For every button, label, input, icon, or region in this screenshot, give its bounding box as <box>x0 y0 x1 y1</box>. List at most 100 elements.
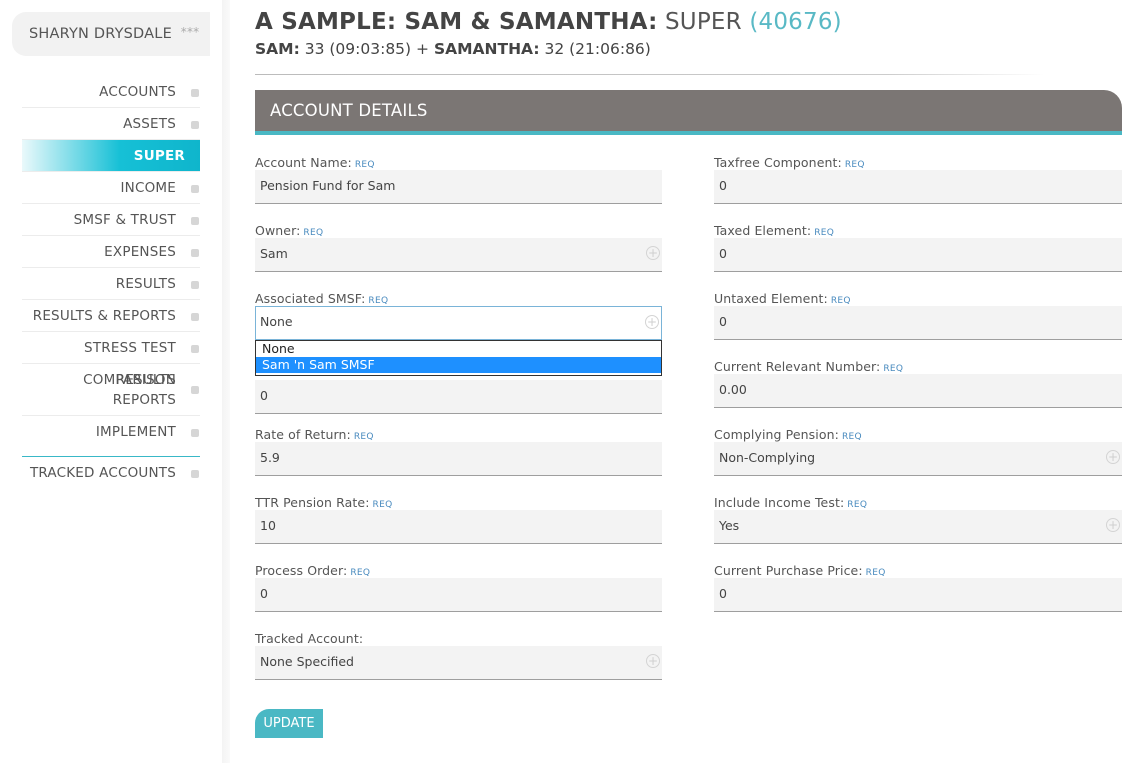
field-associated-smsf: Associated SMSF: REQ None + <box>255 291 662 340</box>
nav-item-stress-test-results[interactable]: STRESS TEST RESULTS <box>22 332 200 388</box>
sidebar: SHARYN DRYSDALE *** ACCOUNTS ASSETS SUPE… <box>0 0 226 763</box>
nav-item-results[interactable]: RESULTS <box>22 268 200 300</box>
nav-item-label: COMPARISON REPORTS <box>83 372 176 408</box>
section-name: SUPER <box>665 9 742 35</box>
req-link[interactable]: REQ <box>355 160 375 170</box>
person2-info: 32 (21:06:86) <box>544 40 651 58</box>
include-income-test-select[interactable]: Yes + <box>714 510 1122 544</box>
field-value: None Specified <box>260 654 354 669</box>
square-icon <box>191 386 199 394</box>
plus-circle-icon: + <box>646 654 660 668</box>
field-taxfree-component: Taxfree Component: REQ 0 <box>714 155 1122 204</box>
square-icon <box>191 429 199 437</box>
square-icon <box>191 281 199 289</box>
field-label: TTR Pension Rate: <box>255 495 370 510</box>
field-label: Owner: <box>255 223 301 238</box>
field-tracked-account: Tracked Account: None Specified + <box>255 632 662 680</box>
field-label: Include Income Test: <box>714 495 845 510</box>
field-label: Taxfree Component: <box>714 155 842 170</box>
req-link[interactable]: REQ <box>866 568 886 578</box>
nav-item-label: IMPLEMENT <box>95 424 176 440</box>
req-link[interactable]: REQ <box>368 296 388 306</box>
nav-item-label: TRACKED ACCOUNTS <box>29 465 176 481</box>
panel-title: ACCOUNT DETAILS <box>270 101 428 120</box>
owner-select[interactable]: Sam + <box>255 238 662 272</box>
field-value: 0 <box>260 586 268 601</box>
dropdown-option-highlighted[interactable]: Sam 'n Sam SMSF <box>256 357 661 373</box>
nav-item-label: ACCOUNTS <box>99 84 176 100</box>
nav-item-expenses[interactable]: EXPENSES <box>22 236 200 268</box>
page-title: A SAMPLE: SAM & SAMANTHA: SUPER (40676) <box>255 9 842 35</box>
field-untaxed-element: Untaxed Element: REQ 0 <box>714 291 1122 340</box>
user-badge[interactable]: SHARYN DRYSDALE *** <box>12 12 210 56</box>
dropdown-option[interactable]: None <box>256 341 661 357</box>
nav-item-super[interactable]: SUPER <box>22 140 200 172</box>
field-value: 0 <box>719 246 727 261</box>
field-value: 0 <box>719 586 727 601</box>
panel-accent-bar <box>255 131 1122 135</box>
field-value: 5.9 <box>260 450 280 465</box>
nav-item-smsf-trust[interactable]: SMSF & TRUST <box>22 204 200 236</box>
field-value: None <box>260 314 293 329</box>
person1-name: SAM: <box>255 40 300 58</box>
field-label: Current Purchase Price: <box>714 563 863 578</box>
numeric-input[interactable]: 0 <box>255 380 662 414</box>
process-order-input[interactable]: 0 <box>255 578 662 612</box>
nav-item-accounts[interactable]: ACCOUNTS <box>22 76 200 108</box>
field-label: Rate of Return: <box>255 427 351 442</box>
complying-pension-select[interactable]: Non-Complying + <box>714 442 1122 476</box>
req-link[interactable]: REQ <box>303 228 323 238</box>
client-code: (40676) <box>749 9 842 35</box>
req-link[interactable]: REQ <box>350 568 370 578</box>
tracked-account-select[interactable]: None Specified + <box>255 646 662 680</box>
field-value: 0 <box>719 178 727 193</box>
associated-smsf-select[interactable]: None + <box>255 306 662 340</box>
req-link[interactable]: REQ <box>373 500 393 510</box>
nav-item-assets[interactable]: ASSETS <box>22 108 200 140</box>
smsf-dropdown-list: None Sam 'n Sam SMSF <box>255 340 662 376</box>
client-name: A SAMPLE: SAM & SAMANTHA: <box>255 9 658 35</box>
field-complying-pension: Complying Pension: REQ Non-Complying + <box>714 428 1122 476</box>
field-label: Associated SMSF: <box>255 291 366 306</box>
current-purchase-price-input[interactable]: 0 <box>714 578 1122 612</box>
account-name-input[interactable]: Pension Fund for Sam <box>255 170 662 204</box>
req-link[interactable]: REQ <box>354 432 374 442</box>
req-link[interactable]: REQ <box>845 160 865 170</box>
taxed-element-input[interactable]: 0 <box>714 238 1122 272</box>
rate-of-return-input[interactable]: 5.9 <box>255 442 662 476</box>
client-subtitle: SAM: 33 (09:03:85) + SAMANTHA: 32 (21:06… <box>255 40 651 58</box>
field-rate-of-return: Rate of Return: REQ 5.9 <box>255 427 662 476</box>
sidebar-edge <box>222 0 230 763</box>
field-ttr-pension-rate: TTR Pension Rate: REQ 10 <box>255 495 662 544</box>
field-value: 0.00 <box>719 382 747 397</box>
nav-item-implement[interactable]: IMPLEMENT <box>22 416 200 448</box>
nav-item-comparison-reports[interactable]: COMPARISON REPORTS <box>22 364 200 416</box>
untaxed-element-input[interactable]: 0 <box>714 306 1122 340</box>
req-link[interactable]: REQ <box>847 500 867 510</box>
field-value: Non-Complying <box>719 450 816 465</box>
panel-header: ACCOUNT DETAILS <box>255 90 1122 131</box>
nav-item-label: SMSF & TRUST <box>73 212 176 228</box>
nav-item-income[interactable]: INCOME <box>22 172 200 204</box>
side-nav: ACCOUNTS ASSETS SUPER INCOME SMSF & TRUS… <box>22 76 200 489</box>
square-icon <box>191 313 199 321</box>
ttr-pension-rate-input[interactable]: 10 <box>255 510 662 544</box>
nav-item-tracked-accounts[interactable]: TRACKED ACCOUNTS <box>22 457 200 489</box>
req-link[interactable]: REQ <box>831 296 851 306</box>
field-label: Untaxed Element: <box>714 291 828 306</box>
field-value: Yes <box>719 518 740 533</box>
req-link[interactable]: REQ <box>814 228 834 238</box>
current-relevant-number-input[interactable]: 0.00 <box>714 374 1122 408</box>
req-link[interactable]: REQ <box>883 364 903 374</box>
field-process-order: Process Order: REQ 0 <box>255 563 662 612</box>
plus-circle-icon: + <box>1106 518 1120 532</box>
field-value: 0 <box>719 314 727 329</box>
plus-circle-icon: + <box>645 315 659 329</box>
update-button[interactable]: UPDATE <box>255 709 323 738</box>
user-stars: *** <box>180 25 200 39</box>
nav-item-results-reports[interactable]: RESULTS & REPORTS <box>22 300 200 332</box>
req-link[interactable]: REQ <box>842 432 862 442</box>
field-label: Process Order: <box>255 563 348 578</box>
taxfree-component-input[interactable]: 0 <box>714 170 1122 204</box>
field-taxed-element: Taxed Element: REQ 0 <box>714 224 1122 272</box>
